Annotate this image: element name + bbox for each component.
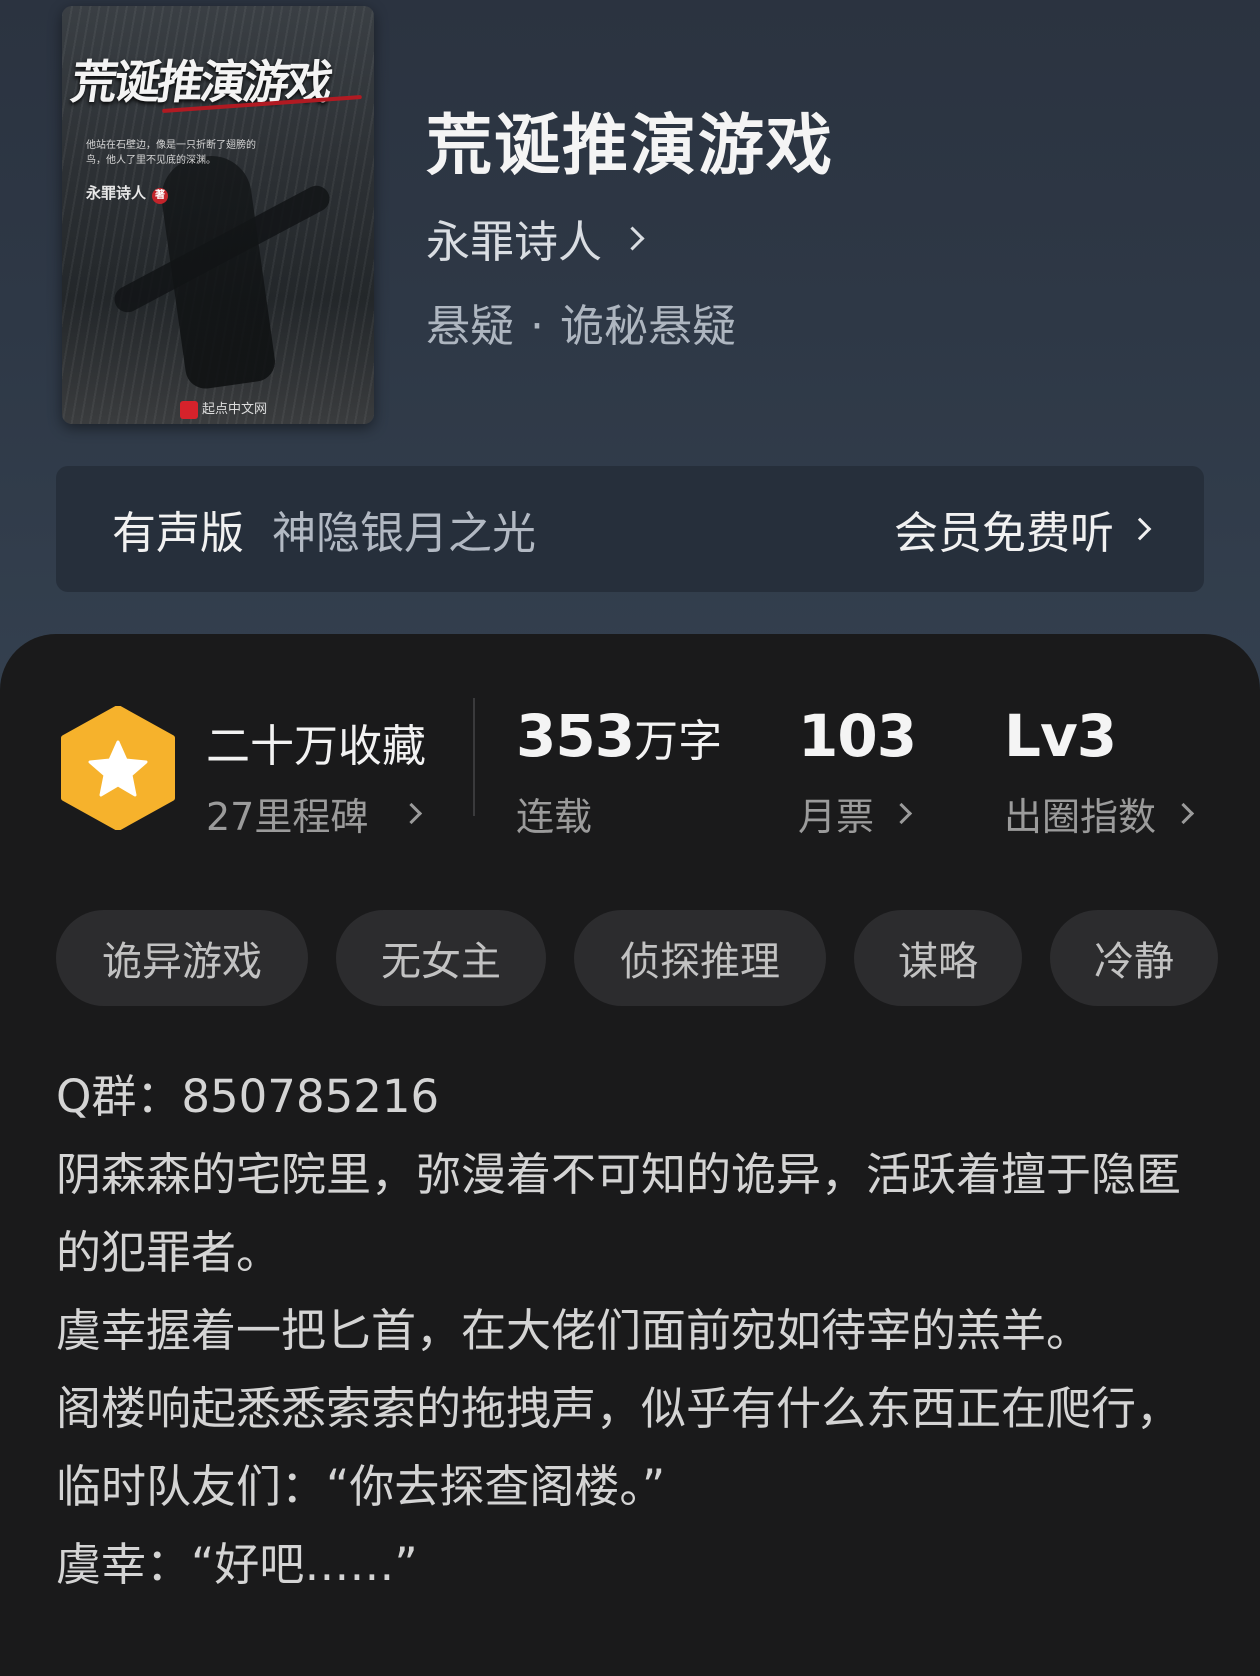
genre-separator: · (530, 301, 544, 352)
tag-chip[interactable]: 诡异游戏 (56, 910, 308, 1006)
synopsis-paragraph: 虞幸握着一把匕首，在大佬们面前宛如待宰的羔羊。 (56, 1304, 1092, 1357)
book-header: 荒诞推演游戏 他站在石壁边，像是一只折断了翅膀的鸟，他人了里不见底的深渊。 永罪… (0, 0, 1260, 700)
cover-publisher: 起点中文网 (180, 398, 267, 419)
cover-author-mark: 著 (152, 188, 169, 204)
book-synopsis[interactable]: Q群：850785216 阴森森的宅院里，弥漫着不可知的诡异，活跃着擅于隐匿的犯… (56, 1058, 1216, 1604)
collection-count: 二十万收藏 (206, 721, 426, 772)
serial-status-label: 连载 (516, 795, 593, 839)
monthly-ticket-number: 103 (798, 702, 917, 770)
cover-author: 永罪诗人著 (86, 182, 169, 204)
audiobook-bar[interactable]: 有声版 神隐银月之光 会员免费听 (56, 466, 1204, 592)
serial-status: 连载 (516, 786, 592, 841)
member-free-listen-button[interactable]: 会员免费听 (894, 497, 1152, 561)
genre-row: 悬疑 · 诡秘悬疑 (426, 290, 736, 354)
book-cover[interactable]: 荒诞推演游戏 他站在石壁边，像是一只折断了翅膀的鸟，他人了里不见底的深渊。 永罪… (62, 6, 374, 424)
audiobook-narrator: 神隐银月之光 (272, 508, 536, 559)
chevron-right-icon (1128, 517, 1152, 541)
monthly-ticket-link[interactable]: 月票 (798, 786, 913, 841)
author-name: 永罪诗人 (426, 217, 602, 268)
monthly-ticket-label: 月票 (798, 795, 875, 839)
tag-chip[interactable]: 谋略 (854, 910, 1022, 1006)
author-link[interactable]: 永罪诗人 (426, 206, 645, 270)
tag-list: 诡异游戏 无女主 侦探推理 谋略 冷静 (56, 910, 1218, 1006)
star-badge-icon (61, 706, 175, 830)
monthly-ticket-count: 103 (798, 702, 917, 770)
publisher-logo-icon (180, 400, 198, 419)
cover-author-name: 永罪诗人 (86, 184, 147, 202)
genre-subcategory[interactable]: 诡秘悬疑 (560, 301, 736, 352)
popularity-level: Lv3 (1004, 702, 1117, 770)
synopsis-paragraph: Q群：850785216 (56, 1070, 440, 1123)
chevron-right-icon (1172, 802, 1195, 825)
tag-chip[interactable]: 侦探推理 (574, 910, 826, 1006)
chevron-right-icon (890, 802, 913, 825)
stats-divider (473, 698, 475, 816)
popularity-index-link[interactable]: 出圈指数 (1004, 786, 1195, 841)
word-count-unit: 万字 (634, 716, 723, 767)
chevron-right-icon (620, 225, 645, 251)
word-count-number: 353 (516, 702, 635, 770)
chevron-right-icon (401, 802, 423, 825)
cover-blurb: 他站在石壁边，像是一只折断了翅膀的鸟，他人了里不见底的深渊。 (86, 140, 256, 166)
audiobook-label: 有声版 (112, 508, 244, 559)
popularity-level-value: Lv3 (1004, 702, 1117, 770)
synopsis-paragraph: 虞幸：“好吧……” (56, 1538, 418, 1591)
popularity-index-label: 出圈指数 (1004, 795, 1157, 839)
synopsis-paragraph: 阴森森的宅院里，弥漫着不可知的诡异，活跃着擅于隐匿的犯罪者。 (56, 1148, 1182, 1279)
milestone-link[interactable]: 27里程碑 (206, 786, 423, 841)
member-free-listen-label: 会员免费听 (894, 508, 1114, 559)
book-title: 荒诞推演游戏 (426, 106, 834, 184)
tag-chip[interactable]: 无女主 (336, 910, 546, 1006)
cover-publisher-name: 起点中文网 (202, 402, 268, 417)
synopsis-paragraph: 阁楼响起悉悉索索的拖拽声，似乎有什么东西正在爬行，临时队友们：“你去探查阁楼。” (56, 1382, 1182, 1513)
word-count: 353万字 (516, 702, 722, 770)
tag-chip[interactable]: 冷静 (1050, 910, 1218, 1006)
milestone-label: 27里程碑 (206, 795, 369, 839)
genre-category[interactable]: 悬疑 (426, 301, 514, 352)
